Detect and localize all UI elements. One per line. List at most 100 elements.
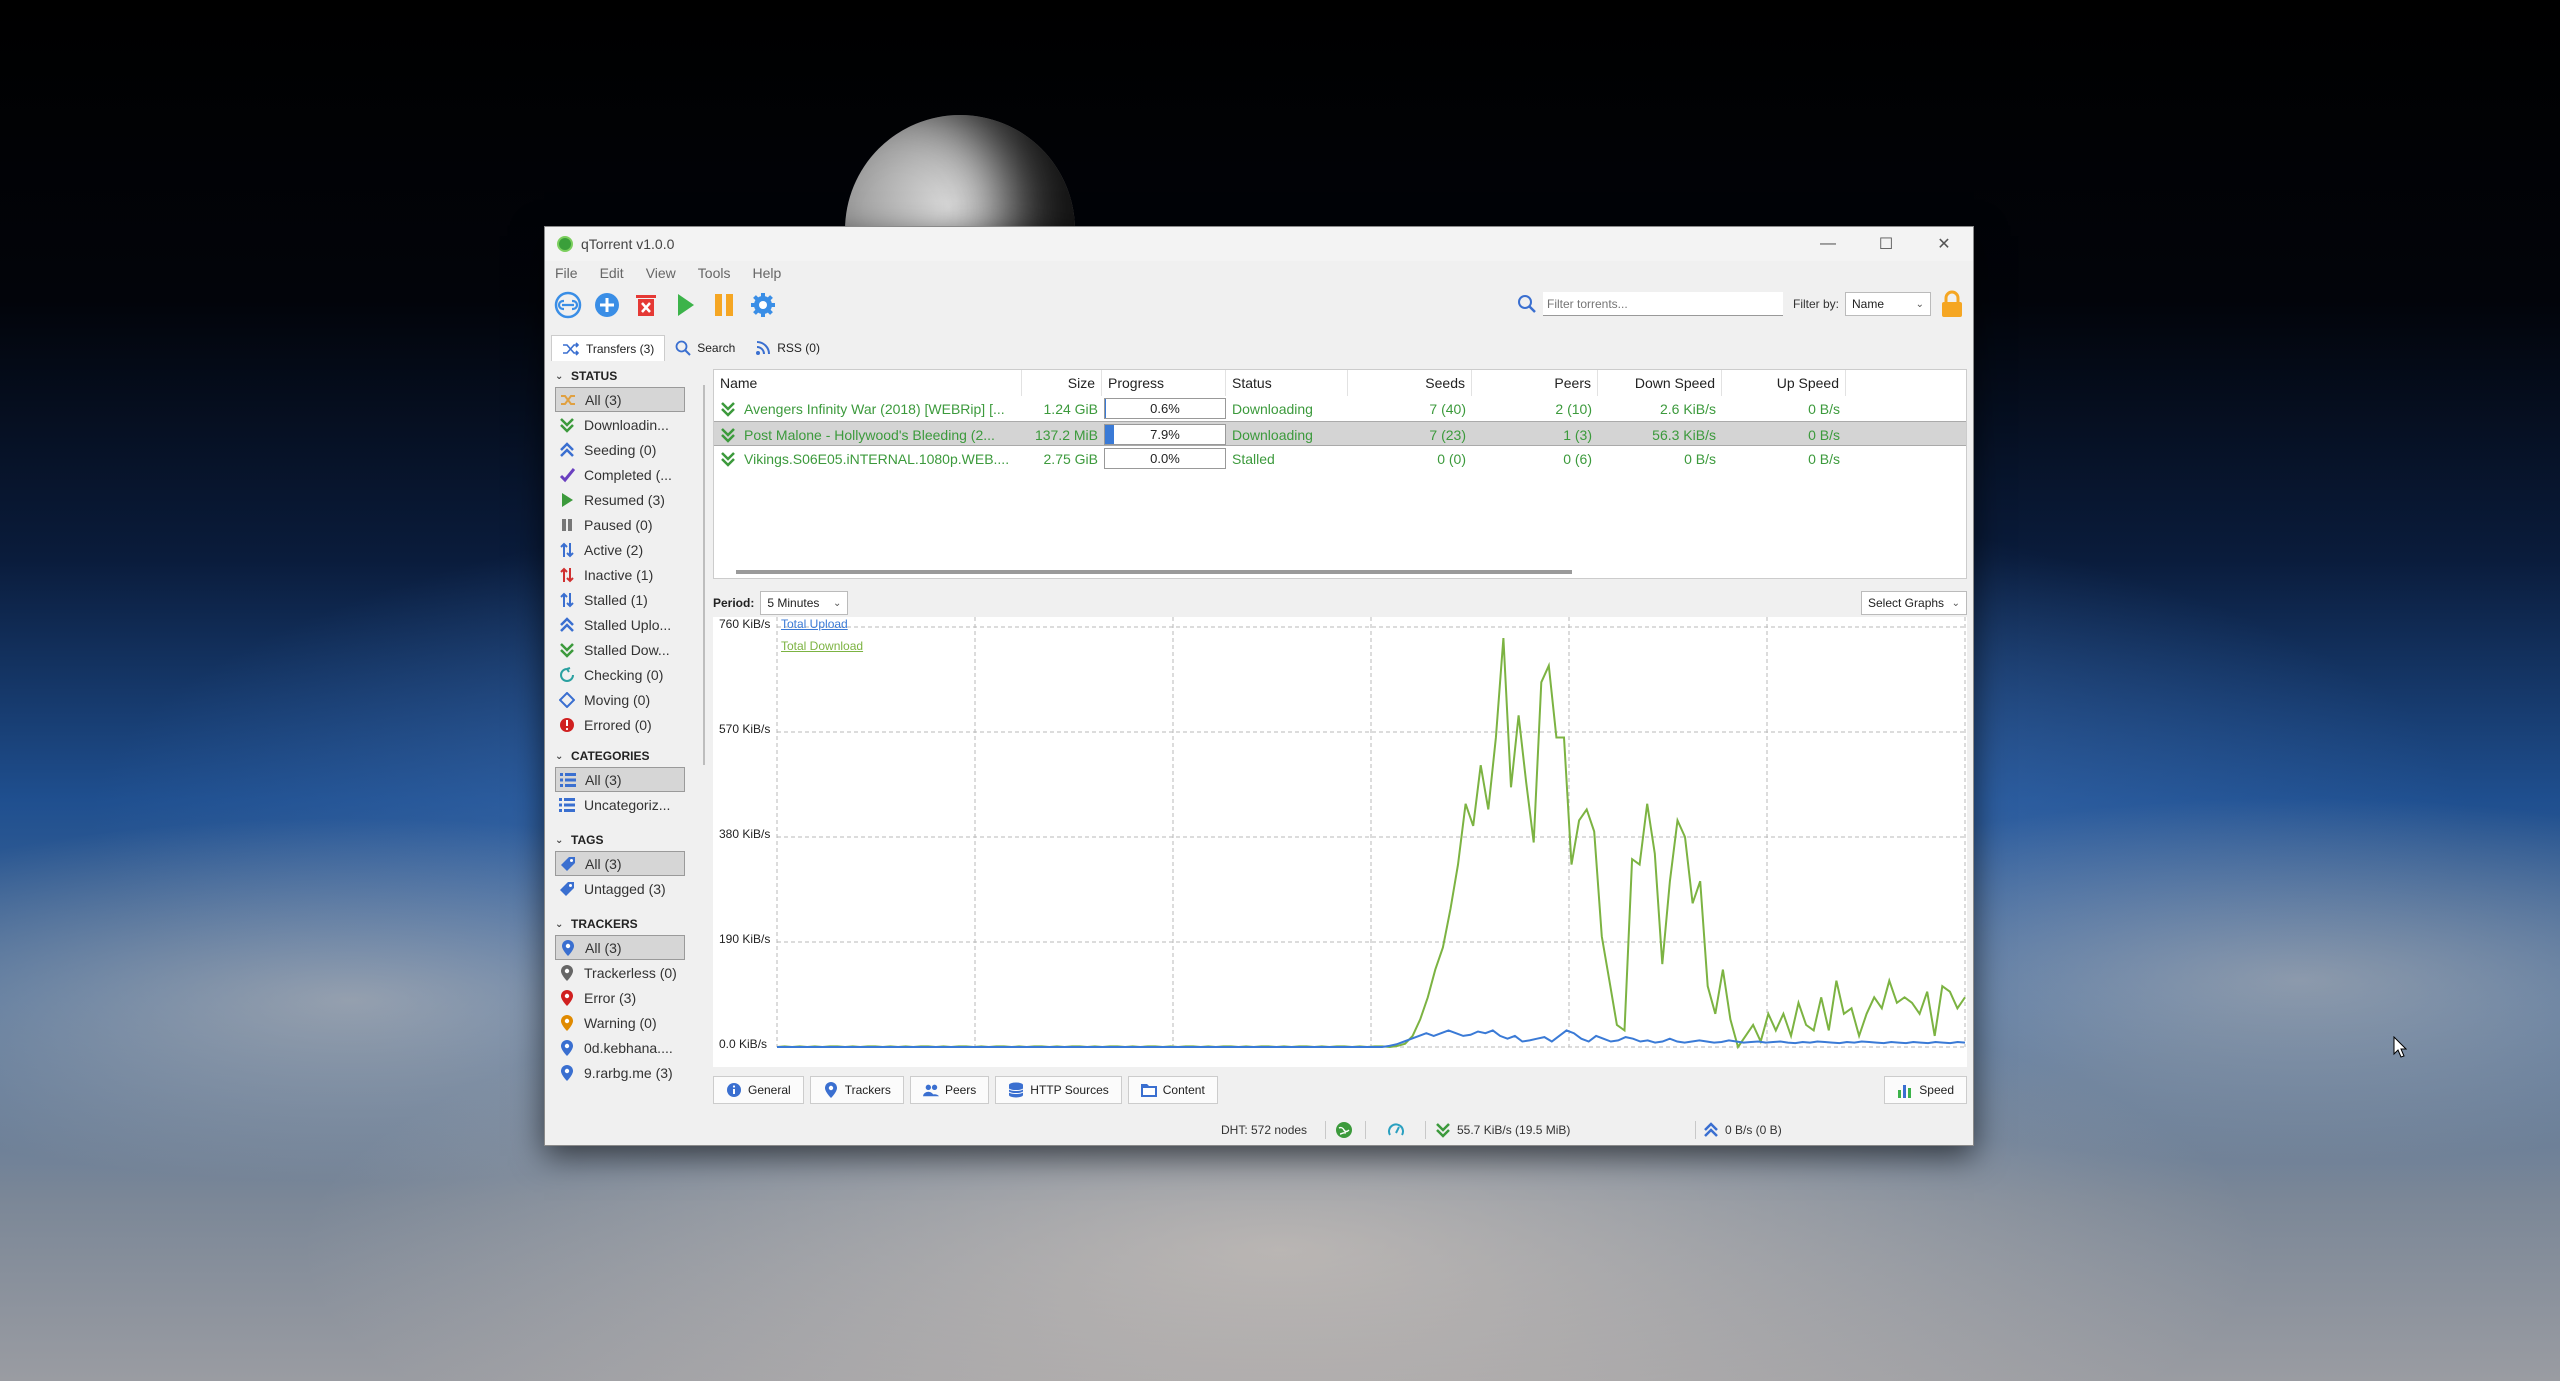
period-select[interactable]: 5 Minutes ⌄ (760, 591, 849, 615)
menu-view[interactable]: View (646, 265, 676, 281)
delete-torrent-button[interactable] (629, 288, 663, 322)
sidebar-item-tracker-trackerless[interactable]: Trackerless (0) (555, 960, 685, 985)
tab-trackers[interactable]: Trackers (809, 1076, 904, 1104)
column-header-peers[interactable]: Peers (1472, 370, 1598, 396)
sidebar-item-paused[interactable]: Paused (0) (555, 512, 685, 537)
tab-rss[interactable]: RSS (0) (745, 335, 830, 361)
sidebar-item-tracker-error[interactable]: Error (3) (555, 985, 685, 1010)
sidebar-item-stalled-uploading[interactable]: Stalled Uplo... (555, 612, 685, 637)
add-link-button[interactable] (551, 288, 585, 322)
download-speed-status[interactable]: 55.7 KiB/s (19.5 MiB) (1435, 1115, 1570, 1145)
sidebar-item-seeding[interactable]: Seeding (0) (555, 437, 685, 462)
legend-total-download[interactable]: Total Download (781, 639, 863, 653)
tags-section-header[interactable]: ⌄ TAGS (555, 829, 705, 851)
trackers-section-header[interactable]: ⌄ TRACKERS (555, 913, 705, 935)
legend-total-upload[interactable]: Total Upload (781, 617, 848, 631)
sidebar-item-tag-all[interactable]: All (3) (555, 851, 685, 876)
maximize-button[interactable]: ☐ (1857, 227, 1915, 261)
progress-fill (1105, 425, 1115, 444)
tab-content[interactable]: Content (1127, 1076, 1218, 1104)
options-button[interactable] (746, 288, 780, 322)
refresh-icon (558, 666, 576, 684)
sidebar-item-untagged[interactable]: Untagged (3) (555, 876, 685, 901)
categories-section-header[interactable]: ⌄ CATEGORIES (555, 745, 705, 767)
sidebar-item-label: Stalled (1) (584, 591, 648, 608)
sidebar-item-downloading[interactable]: Downloadin... (555, 412, 685, 437)
sidebar-item-moving[interactable]: Moving (0) (555, 687, 685, 712)
sidebar-item-category-all[interactable]: All (3) (555, 767, 685, 792)
filter-by-select[interactable]: Name ⌄ (1845, 292, 1931, 316)
table-row[interactable]: Vikings.S06E05.iNTERNAL.1080p.WEB.... 2.7… (714, 446, 1966, 471)
column-header-progress[interactable]: Progress (1102, 370, 1226, 396)
sidebar-item-inactive[interactable]: Inactive (1) (555, 562, 685, 587)
menu-tools[interactable]: Tools (698, 265, 731, 281)
search-icon (675, 340, 691, 356)
sidebar-item-completed[interactable]: Completed (... (555, 462, 685, 487)
sidebar-item-uncategorized[interactable]: Uncategoriz... (555, 792, 685, 817)
table-row[interactable]: Post Malone - Hollywood's Bleeding (2...… (714, 421, 1966, 446)
filter-torrents-field[interactable] (1542, 292, 1783, 316)
table-horizontal-scrollbar[interactable] (736, 570, 1572, 574)
upload-speed-status[interactable]: 0 B/s (0 B) (1703, 1115, 1782, 1145)
tab-peers[interactable]: Peers (909, 1076, 990, 1104)
progress-text: 0.6% (1150, 401, 1180, 416)
sidebar-item-active[interactable]: Active (2) (555, 537, 685, 562)
sidebar-item-errored[interactable]: Errored (0) (555, 712, 685, 737)
select-graphs-button[interactable]: Select Graphs ⌄ (1861, 591, 1967, 615)
table-row[interactable]: Avengers Infinity War (2018) [WEBRip] [.… (714, 396, 1966, 421)
tab-content-label: Content (1162, 1083, 1205, 1097)
tab-transfers[interactable]: Transfers (3) (551, 335, 666, 361)
sidebar-scrollbar[interactable] (703, 385, 705, 765)
y-axis-label: 190 KiB/s (719, 932, 771, 946)
sidebar-item-tracker-warning[interactable]: Warning (0) (555, 1010, 685, 1035)
sidebar-item-checking[interactable]: Checking (0) (555, 662, 685, 687)
progress-bar: 7.9% (1104, 424, 1226, 445)
column-header-size[interactable]: Size (1022, 370, 1102, 396)
connection-status-icon[interactable] (1335, 1115, 1353, 1145)
map-pin-icon (558, 1064, 576, 1082)
menu-file[interactable]: File (555, 265, 578, 281)
column-header-seeds[interactable]: Seeds (1348, 370, 1472, 396)
y-axis-label: 570 KiB/s (719, 722, 771, 736)
pause-button[interactable] (707, 288, 741, 322)
add-torrent-button[interactable] (590, 288, 624, 322)
menu-help[interactable]: Help (752, 265, 781, 281)
minimize-button[interactable]: — (1799, 227, 1857, 261)
title-bar[interactable]: qTorrent v1.0.0 — ☐ ✕ (545, 227, 1973, 261)
shuffle-icon (559, 391, 577, 409)
sidebar-item-tracker-9-rarbg-me[interactable]: 9.rarbg.me (3) (555, 1060, 685, 1085)
info-icon (726, 1082, 742, 1098)
filter-by-label: Filter by: (1792, 297, 1839, 311)
tab-search[interactable]: Search (665, 335, 745, 361)
lock-icon[interactable] (1939, 289, 1965, 319)
torrent-name: Vikings.S06E05.iNTERNAL.1080p.WEB.... (744, 450, 1010, 467)
tab-speed[interactable]: Speed (1884, 1076, 1967, 1104)
sidebar-item-resumed[interactable]: Resumed (3) (555, 487, 685, 512)
column-header-up-speed[interactable]: Up Speed (1722, 370, 1846, 396)
sidebar-item-all[interactable]: All (3) (555, 387, 685, 412)
sidebar-item-stalled-downloading[interactable]: Stalled Dow... (555, 637, 685, 662)
filter-torrents-input[interactable] (1546, 296, 1757, 311)
menu-edit[interactable]: Edit (600, 265, 624, 281)
column-header-status[interactable]: Status (1226, 370, 1348, 396)
trackers-section-title: TRACKERS (571, 917, 638, 931)
resume-button[interactable] (668, 288, 702, 322)
checkmark-icon (558, 466, 576, 484)
upload-speed-text: 0 B/s (0 B) (1725, 1123, 1782, 1137)
inactive-arrows-icon (558, 566, 576, 584)
status-section-header[interactable]: ⌄ STATUS (555, 365, 705, 387)
tab-http-sources[interactable]: HTTP Sources (995, 1076, 1122, 1104)
speed-limit-icon[interactable] (1387, 1115, 1405, 1145)
sidebar-item-label: Error (3) (584, 989, 637, 1006)
sidebar-item-stalled[interactable]: Stalled (1) (555, 587, 685, 612)
sidebar-item-tracker-all[interactable]: All (3) (555, 935, 685, 960)
properties-tabs: General Trackers Peers HTTP Sources Cont… (713, 1075, 1967, 1105)
column-header-down-speed[interactable]: Down Speed (1598, 370, 1722, 396)
y-axis-label: 760 KiB/s (719, 617, 771, 631)
tab-general[interactable]: General (713, 1076, 804, 1104)
download-status-icon (720, 396, 740, 421)
close-button[interactable]: ✕ (1915, 227, 1973, 261)
torrent-seeds: 7 (23) (1429, 426, 1466, 443)
sidebar-item-tracker-0d-kebhana[interactable]: 0d.kebhana.... (555, 1035, 685, 1060)
column-header-name[interactable]: Name (714, 370, 1022, 396)
